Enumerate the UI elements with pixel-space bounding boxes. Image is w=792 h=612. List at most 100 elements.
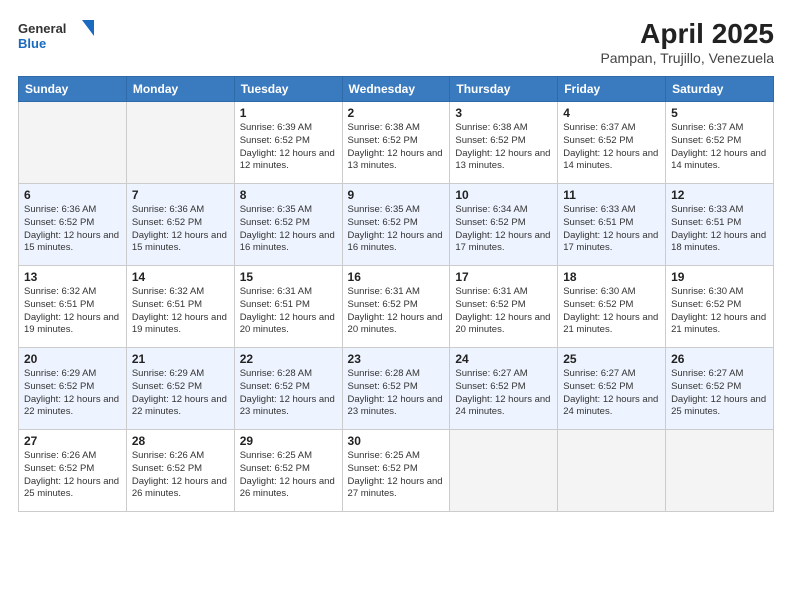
day-info: Sunrise: 6:31 AMSunset: 6:52 PMDaylight:… [455, 286, 552, 337]
day-number: 25 [563, 352, 660, 366]
col-tuesday: Tuesday [234, 77, 342, 102]
day-info: Sunrise: 6:31 AMSunset: 6:52 PMDaylight:… [348, 286, 445, 337]
day-number: 19 [671, 270, 768, 284]
day-info: Sunrise: 6:37 AMSunset: 6:52 PMDaylight:… [671, 122, 768, 173]
day-info: Sunrise: 6:39 AMSunset: 6:52 PMDaylight:… [240, 122, 337, 173]
day-number: 26 [671, 352, 768, 366]
table-row: 6 Sunrise: 6:36 AMSunset: 6:52 PMDaylight… [19, 184, 127, 266]
table-row: 11 Sunrise: 6:33 AMSunset: 6:51 PMDayligh… [558, 184, 666, 266]
day-number: 13 [24, 270, 121, 284]
day-info: Sunrise: 6:34 AMSunset: 6:52 PMDaylight:… [455, 204, 552, 255]
calendar-week-row: 13 Sunrise: 6:32 AMSunset: 6:51 PMDayligh… [19, 266, 774, 348]
calendar-table: Sunday Monday Tuesday Wednesday Thursday… [18, 76, 774, 512]
day-number: 16 [348, 270, 445, 284]
table-row: 24Sunrise: 6:27 AMSunset: 6:52 PMDayligh… [450, 348, 558, 430]
page: General Blue April 2025 Pampan, Trujillo… [0, 0, 792, 612]
day-number: 4 [563, 106, 660, 120]
col-wednesday: Wednesday [342, 77, 450, 102]
col-saturday: Saturday [666, 77, 774, 102]
title-block: April 2025 Pampan, Trujillo, Venezuela [600, 18, 774, 66]
table-row [450, 430, 558, 512]
calendar-week-row: 6 Sunrise: 6:36 AMSunset: 6:52 PMDaylight… [19, 184, 774, 266]
day-info: Sunrise: 6:32 AMSunset: 6:51 PMDaylight:… [24, 286, 121, 337]
day-info: Sunrise: 6:29 AMSunset: 6:52 PMDaylight:… [132, 368, 229, 419]
day-info: Sunrise: 6:27 AMSunset: 6:52 PMDaylight:… [455, 368, 552, 419]
day-number: 21 [132, 352, 229, 366]
col-friday: Friday [558, 77, 666, 102]
table-row: 26 Sunrise: 6:27 AMSunset: 6:52 PMDayligh… [666, 348, 774, 430]
day-info: Sunrise: 6:30 AMSunset: 6:52 PMDaylight:… [671, 286, 768, 337]
calendar-week-row: 20Sunrise: 6:29 AMSunset: 6:52 PMDayligh… [19, 348, 774, 430]
day-info: Sunrise: 6:26 AMSunset: 6:52 PMDaylight:… [24, 450, 121, 501]
logo: General Blue [18, 18, 98, 54]
day-number: 14 [132, 270, 229, 284]
table-row: 1 Sunrise: 6:39 AMSunset: 6:52 PMDaylight… [234, 102, 342, 184]
day-info: Sunrise: 6:32 AMSunset: 6:51 PMDaylight:… [132, 286, 229, 337]
day-number: 30 [348, 434, 445, 448]
day-info: Sunrise: 6:26 AMSunset: 6:52 PMDaylight:… [132, 450, 229, 501]
day-number: 6 [24, 188, 121, 202]
table-row [19, 102, 127, 184]
table-row: 21 Sunrise: 6:29 AMSunset: 6:52 PMDayligh… [126, 348, 234, 430]
calendar-subtitle: Pampan, Trujillo, Venezuela [600, 50, 774, 66]
day-number: 22 [240, 352, 337, 366]
day-info: Sunrise: 6:28 AMSunset: 6:52 PMDaylight:… [348, 368, 445, 419]
svg-text:Blue: Blue [18, 36, 46, 51]
table-row: 7 Sunrise: 6:36 AMSunset: 6:52 PMDaylight… [126, 184, 234, 266]
day-info: Sunrise: 6:31 AMSunset: 6:51 PMDaylight:… [240, 286, 337, 337]
table-row: 29 Sunrise: 6:25 AMSunset: 6:52 PMDayligh… [234, 430, 342, 512]
day-number: 9 [348, 188, 445, 202]
header-row: Sunday Monday Tuesday Wednesday Thursday… [19, 77, 774, 102]
table-row: 23 Sunrise: 6:28 AMSunset: 6:52 PMDayligh… [342, 348, 450, 430]
day-number: 3 [455, 106, 552, 120]
day-number: 23 [348, 352, 445, 366]
day-number: 7 [132, 188, 229, 202]
day-info: Sunrise: 6:28 AMSunset: 6:52 PMDaylight:… [240, 368, 337, 419]
table-row [126, 102, 234, 184]
day-number: 18 [563, 270, 660, 284]
day-info: Sunrise: 6:33 AMSunset: 6:51 PMDaylight:… [563, 204, 660, 255]
day-info: Sunrise: 6:27 AMSunset: 6:52 PMDaylight:… [671, 368, 768, 419]
day-number: 10 [455, 188, 552, 202]
col-monday: Monday [126, 77, 234, 102]
table-row: 19 Sunrise: 6:30 AMSunset: 6:52 PMDayligh… [666, 266, 774, 348]
day-info: Sunrise: 6:36 AMSunset: 6:52 PMDaylight:… [132, 204, 229, 255]
day-info: Sunrise: 6:33 AMSunset: 6:51 PMDaylight:… [671, 204, 768, 255]
day-number: 12 [671, 188, 768, 202]
day-number: 1 [240, 106, 337, 120]
day-number: 17 [455, 270, 552, 284]
day-number: 29 [240, 434, 337, 448]
header: General Blue April 2025 Pampan, Trujillo… [18, 18, 774, 66]
day-number: 5 [671, 106, 768, 120]
table-row: 8Sunrise: 6:35 AMSunset: 6:52 PMDaylight… [234, 184, 342, 266]
table-row [558, 430, 666, 512]
day-info: Sunrise: 6:37 AMSunset: 6:52 PMDaylight:… [563, 122, 660, 173]
table-row: 16 Sunrise: 6:31 AMSunset: 6:52 PMDayligh… [342, 266, 450, 348]
table-row: 15Sunrise: 6:31 AMSunset: 6:51 PMDayligh… [234, 266, 342, 348]
table-row: 12 Sunrise: 6:33 AMSunset: 6:51 PMDayligh… [666, 184, 774, 266]
day-info: Sunrise: 6:25 AMSunset: 6:52 PMDaylight:… [348, 450, 445, 501]
table-row: 5 Sunrise: 6:37 AMSunset: 6:52 PMDaylight… [666, 102, 774, 184]
table-row: 13 Sunrise: 6:32 AMSunset: 6:51 PMDayligh… [19, 266, 127, 348]
day-info: Sunrise: 6:30 AMSunset: 6:52 PMDaylight:… [563, 286, 660, 337]
calendar-title: April 2025 [600, 18, 774, 50]
table-row: 9Sunrise: 6:35 AMSunset: 6:52 PMDaylight… [342, 184, 450, 266]
table-row: 14 Sunrise: 6:32 AMSunset: 6:51 PMDayligh… [126, 266, 234, 348]
table-row: 28 Sunrise: 6:26 AMSunset: 6:52 PMDayligh… [126, 430, 234, 512]
day-number: 8 [240, 188, 337, 202]
day-number: 28 [132, 434, 229, 448]
day-number: 11 [563, 188, 660, 202]
col-thursday: Thursday [450, 77, 558, 102]
day-info: Sunrise: 6:38 AMSunset: 6:52 PMDaylight:… [348, 122, 445, 173]
table-row: 25 Sunrise: 6:27 AMSunset: 6:52 PMDayligh… [558, 348, 666, 430]
col-sunday: Sunday [19, 77, 127, 102]
table-row: 10 Sunrise: 6:34 AMSunset: 6:52 PMDayligh… [450, 184, 558, 266]
table-row: 4 Sunrise: 6:37 AMSunset: 6:52 PMDaylight… [558, 102, 666, 184]
table-row: 22 Sunrise: 6:28 AMSunset: 6:52 PMDayligh… [234, 348, 342, 430]
table-row: 27Sunrise: 6:26 AMSunset: 6:52 PMDayligh… [19, 430, 127, 512]
day-info: Sunrise: 6:36 AMSunset: 6:52 PMDaylight:… [24, 204, 121, 255]
day-number: 2 [348, 106, 445, 120]
day-info: Sunrise: 6:27 AMSunset: 6:52 PMDaylight:… [563, 368, 660, 419]
day-info: Sunrise: 6:25 AMSunset: 6:52 PMDaylight:… [240, 450, 337, 501]
table-row: 20Sunrise: 6:29 AMSunset: 6:52 PMDayligh… [19, 348, 127, 430]
